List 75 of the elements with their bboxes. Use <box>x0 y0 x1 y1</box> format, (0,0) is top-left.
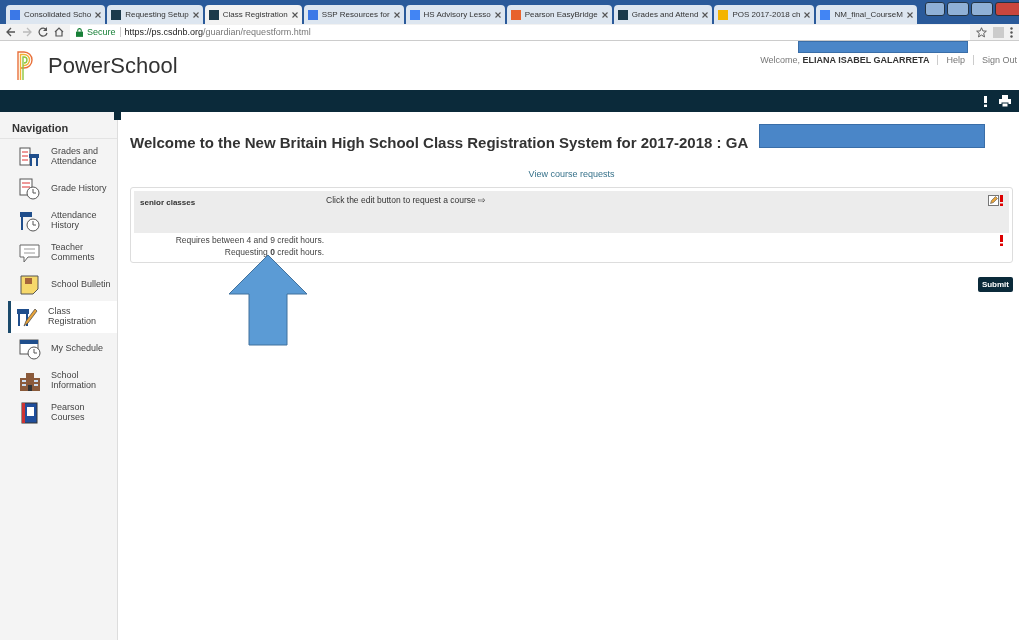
building-icon <box>19 370 41 392</box>
close-icon[interactable] <box>906 11 913 18</box>
sidebar-item[interactable]: Teacher Comments <box>0 237 117 269</box>
profile-button[interactable] <box>924 2 945 16</box>
sidebar-item[interactable]: Pearson Courses <box>0 397 117 429</box>
instruction-text: Click the edit button to request a course ⇨ <box>326 195 488 205</box>
browser-tab[interactable]: Grades and Attend <box>613 5 713 24</box>
sidebar-item[interactable]: Attendance History <box>0 205 117 237</box>
tab-favicon-icon <box>718 9 729 20</box>
tab-favicon-icon <box>307 9 318 20</box>
browser-tab[interactable]: Consolidated Scho <box>6 5 106 24</box>
secure-label: Secure <box>87 27 121 37</box>
collapse-handle[interactable] <box>114 112 121 120</box>
close-icon[interactable] <box>804 11 811 18</box>
close-icon[interactable] <box>192 11 199 18</box>
close-icon[interactable] <box>702 11 709 18</box>
desk-clock-icon <box>19 210 41 232</box>
tab-favicon-icon <box>111 9 122 20</box>
close-icon[interactable] <box>95 11 102 18</box>
lock-icon <box>76 27 83 37</box>
close-icon[interactable] <box>601 11 608 18</box>
edit-icon[interactable] <box>988 195 999 206</box>
browser-tab[interactable]: HS Advisory Lesso <box>405 5 505 24</box>
browser-tab[interactable]: Pearson EasyBridge <box>506 5 612 24</box>
group-name: senior classes <box>140 198 197 207</box>
view-requests-link[interactable]: View course requests <box>528 169 615 179</box>
header-link[interactable]: Help <box>937 55 965 65</box>
browser-tab[interactable]: Class Registration <box>204 5 302 24</box>
menu-icon[interactable] <box>1010 26 1013 38</box>
browser-tab[interactable]: POS 2017-2018 ch <box>714 5 815 24</box>
browser-tab[interactable]: NM_final_CourseM <box>816 5 917 24</box>
desk-pencil-icon <box>16 306 38 328</box>
gradebook-icon <box>19 146 41 168</box>
home-icon[interactable] <box>54 27 64 37</box>
sidebar-item[interactable]: Class Registration <box>8 301 117 333</box>
maximize-button[interactable] <box>970 2 993 16</box>
browser-tab[interactable]: SSP Resources for <box>303 5 404 24</box>
sidebar-item[interactable]: School Bulletin <box>0 269 117 301</box>
sidebar-item[interactable]: My Schedule <box>0 333 117 365</box>
clock-document-icon <box>19 178 41 200</box>
reload-icon[interactable] <box>38 27 48 37</box>
requesting-text: Requesting 0 credit hours. <box>224 247 324 257</box>
sidebar-item[interactable]: Grade History <box>0 173 117 205</box>
header-link[interactable]: Sign Out <box>972 55 1017 65</box>
sidebar-item[interactable]: School Information <box>0 365 117 397</box>
logo-text: PowerSchool <box>48 52 178 79</box>
address-bar[interactable]: Secure https://ps.csdnb.org/guardian/requestform.html <box>70 24 970 40</box>
tab-favicon-icon <box>510 9 521 20</box>
star-icon[interactable] <box>976 26 987 38</box>
speech-bubble-icon <box>19 242 41 264</box>
minimize-button[interactable] <box>946 2 969 16</box>
alert-icon[interactable] <box>984 95 987 107</box>
requirement-text: Requires between 4 and 9 credit hours. <box>175 235 324 245</box>
printer-icon[interactable] <box>999 95 1011 107</box>
notepad-icon <box>19 274 41 296</box>
tab-favicon-icon <box>10 9 20 20</box>
tab-favicon-icon <box>820 9 831 20</box>
warning-icon <box>1000 235 1003 246</box>
browser-tab[interactable]: Requesting Setup <box>107 5 203 24</box>
tab-favicon-icon <box>409 9 420 20</box>
page-title: Welcome to the New Britain High School Class Registration System for 2017-2018 : GA <box>130 134 749 153</box>
close-icon[interactable] <box>291 11 298 18</box>
submit-button[interactable]: Submit <box>977 277 1013 292</box>
sidebar-title: Navigation <box>0 122 117 139</box>
calendar-clock-icon <box>19 338 41 360</box>
sidebar-item[interactable]: Grades and Attendance <box>0 141 117 173</box>
close-icon[interactable] <box>393 11 400 18</box>
welcome-text: Welcome, ELIANA ISABEL GALARRETA <box>760 55 930 65</box>
warning-icon <box>1000 195 1003 206</box>
back-icon[interactable] <box>6 27 16 37</box>
tab-favicon-icon <box>617 9 628 20</box>
close-icon[interactable] <box>494 11 501 18</box>
book-icon <box>19 402 41 424</box>
tab-favicon-icon <box>208 9 219 20</box>
url-text: https://ps.csdnb.org/guardian/requestform.html <box>124 27 311 37</box>
